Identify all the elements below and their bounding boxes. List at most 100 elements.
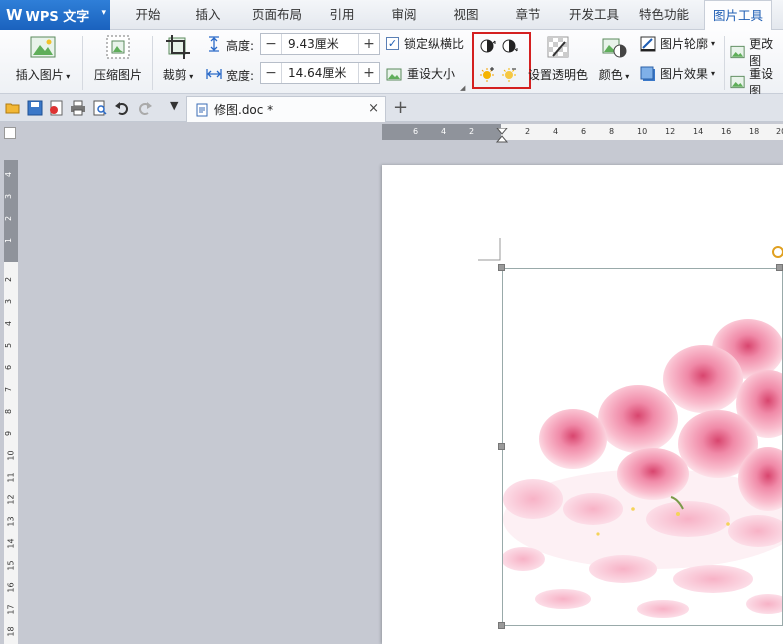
print-preview-icon[interactable] [92,100,108,116]
rotate-handle-icon[interactable] [770,245,783,259]
resize-handle-bottom-left[interactable] [498,622,505,629]
tab-picture-tools[interactable]: 图片工具 [704,0,772,31]
lock-ratio-checkbox[interactable]: ✓ 锁定纵横比 [386,35,464,52]
indent-marker-icon[interactable] [496,128,508,144]
change-picture-icon [730,45,745,59]
height-stepper[interactable]: − 9.43厘米 + [260,33,380,55]
change-picture-button[interactable]: 更改图 [730,35,783,69]
roses-image [503,269,782,625]
color-icon [602,38,627,58]
tab-references[interactable]: 引用 [322,0,362,30]
set-transparent-color-button[interactable]: 设置透明色 [528,34,588,83]
tab-insert[interactable]: 插入 [188,0,228,30]
insert-picture-button[interactable]: 插入图片 ▾ [10,34,76,83]
width-increase-button[interactable]: + [359,65,379,81]
chevron-down-icon: ▾ [63,72,71,81]
width-icon [206,69,222,79]
tab-section[interactable]: 章节 [508,0,548,30]
ruler-tick-label: 9 [4,430,14,437]
margin-corner-mark [478,238,501,261]
redo-icon[interactable] [137,100,153,116]
tab-page-layout[interactable]: 页面布局 [248,0,306,30]
ruler-tick-label: 17 [6,604,16,615]
picture-outline-button[interactable]: 图片轮廓 ▾ [640,35,715,52]
customize-toolbar-icon[interactable]: ▼ [170,99,178,112]
ruler-tick-label: 6 [413,127,419,136]
open-folder-icon[interactable] [5,100,21,116]
new-tab-button[interactable]: + [393,97,408,118]
resize-handle-top-right[interactable] [776,264,783,271]
chevron-down-icon: ▾ [101,8,106,18]
undo-icon[interactable] [114,100,130,116]
resize-handle-left[interactable] [498,443,505,450]
save-icon[interactable] [27,100,43,116]
ruler-tick-label: 14 [6,538,16,549]
ruler-tick-label: 13 [6,516,16,527]
ruler-tick-label: 2 [469,127,475,136]
resize-handle-top-left[interactable] [498,264,505,271]
export-pdf-icon[interactable] [48,100,64,116]
picture-effect-button[interactable]: 图片效果 ▾ [640,65,715,82]
chevron-down-icon: ▾ [711,69,716,78]
crop-icon [166,35,190,59]
ruler-tick-label: 20 [776,127,783,136]
selected-picture[interactable] [502,268,783,626]
tab-view[interactable]: 视图 [446,0,486,30]
ruler-tick-label: 2 [4,215,14,222]
print-icon[interactable] [70,100,86,116]
reset-size-icon [386,68,402,80]
tab-home[interactable]: 开始 [128,0,168,30]
ruler-tick-label: 12 [6,494,16,505]
color-button[interactable]: 颜色 ▾ [594,34,634,83]
height-input[interactable]: 9.43厘米 [281,34,359,54]
width-input[interactable]: 14.64厘米 [281,63,359,83]
crop-button[interactable]: 裁剪 ▾ [158,34,198,83]
document-tab[interactable]: 修图.doc * × [186,96,386,122]
compress-picture-icon [106,35,130,59]
chevron-down-icon: ▾ [186,72,194,81]
ruler-tick-label: 2 [525,127,531,136]
ruler-tick-label: 18 [749,127,760,136]
width-stepper[interactable]: − 14.64厘米 + [260,62,380,84]
ruler-tick-label: 3 [4,298,14,305]
close-icon[interactable]: × [368,101,379,116]
tab-developer[interactable]: 开发工具 [564,0,624,30]
width-decrease-button[interactable]: − [261,65,281,81]
set-transparent-color-label: 设置透明色 [528,68,589,82]
quick-access-toolbar: ▼ [0,94,783,122]
reset-picture-icon [730,75,745,89]
chevron-down-icon: ▾ [622,72,630,81]
ruler-tick-label: 1 [4,237,14,244]
lock-ratio-label: 锁定纵横比 [404,37,465,51]
ruler-tick-label: 4 [553,127,559,136]
ruler-tick-label: 12 [665,127,676,136]
insert-picture-label: 插入图片 [15,68,64,82]
ruler-tick-label: 16 [6,582,16,593]
compress-picture-button[interactable]: 压缩图片 [90,34,146,83]
change-picture-label: 更改图 [749,37,774,68]
checkbox-checked-icon: ✓ [386,37,399,50]
tab-special[interactable]: 特色功能 [634,0,694,30]
tab-review[interactable]: 审阅 [384,0,424,30]
ruler-tick-label: 10 [6,450,16,461]
ruler-tick-label: 8 [4,408,14,415]
app-name: WPS 文字 [25,9,90,25]
height-decrease-button[interactable]: − [261,36,281,52]
picture-effect-icon [640,66,655,81]
dialog-launcher-icon[interactable]: ◢ [460,84,465,92]
ruler-corner[interactable] [4,127,16,139]
ruler-tick-label: 14 [693,127,704,136]
app-menu-button[interactable]: W WPS 文字 ▾ [0,0,110,30]
ruler-tick-label: 10 [637,127,648,136]
height-increase-button[interactable]: + [359,36,379,52]
highlight-box [472,32,531,89]
ruler-tick-label: 4 [4,320,14,327]
divider [724,36,725,90]
picture-icon [30,36,56,58]
color-label: 颜色 [598,68,623,82]
ruler-tick-label: 16 [721,127,732,136]
reset-size-button[interactable]: 重设大小 [386,65,455,82]
ruler-tick-label: 2 [4,276,14,283]
chevron-down-icon: ▾ [711,39,716,48]
picture-outline-label: 图片轮廓 [660,37,709,51]
